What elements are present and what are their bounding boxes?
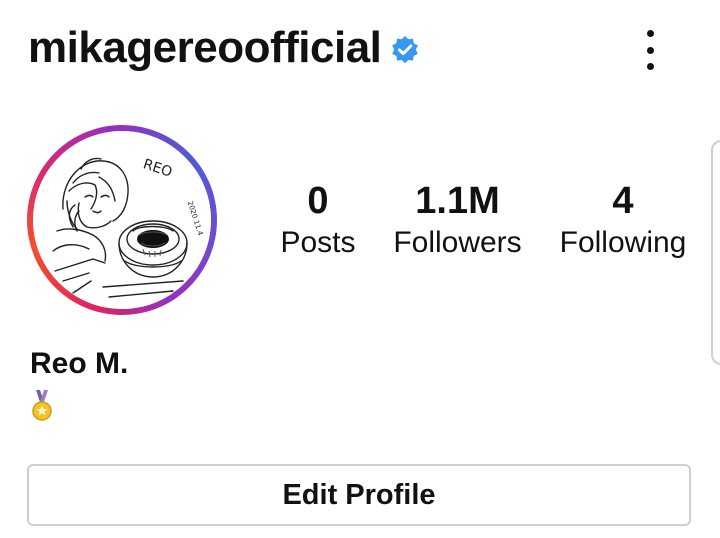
avatar-signature-text: REO: [141, 156, 174, 180]
profile-username: mikagereoofficial: [28, 23, 382, 72]
verified-badge-icon: [392, 36, 418, 64]
more-vertical-icon-dot: [646, 63, 654, 70]
stat-following-value: 4: [612, 180, 634, 222]
stat-followers-label: Followers: [393, 226, 522, 259]
stat-posts-label: Posts: [280, 226, 356, 259]
more-vertical-icon-dot: [646, 30, 654, 37]
more-options-button[interactable]: [636, 30, 664, 70]
stat-followers-value: 1.1M: [415, 180, 500, 222]
side-panel-edge[interactable]: [711, 140, 720, 365]
medal-icon: [32, 390, 52, 421]
stat-followers[interactable]: 1.1M Followers: [385, 178, 530, 262]
stat-posts[interactable]: 0 Posts: [268, 178, 368, 262]
profile-display-name: Reo M.: [30, 347, 129, 380]
edit-profile-button[interactable]: Edit Profile: [27, 464, 691, 526]
profile-stats: 0 Posts 1.1M Followers 4 Following: [0, 178, 720, 278]
stat-following-label: Following: [559, 226, 687, 259]
stat-following[interactable]: 4 Following: [548, 178, 698, 262]
stat-posts-value: 0: [307, 180, 329, 222]
more-vertical-icon-dot: [646, 46, 654, 54]
